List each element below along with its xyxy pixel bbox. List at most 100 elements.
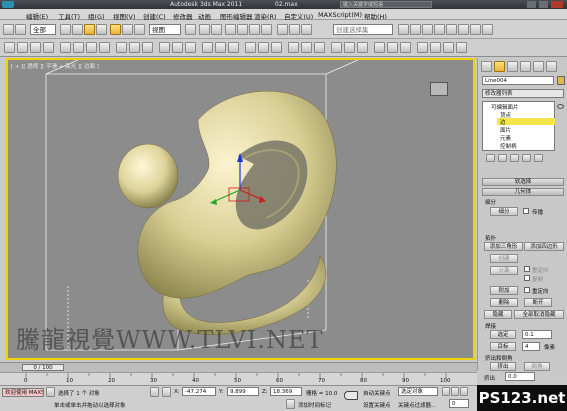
graphite-tool-32-icon[interactable] <box>443 42 454 53</box>
graphite-tool-23-icon[interactable] <box>314 42 325 53</box>
edit-named-selection-icon[interactable] <box>277 24 288 35</box>
undo-icon[interactable] <box>3 24 14 35</box>
weld-target-button[interactable]: 目标 <box>490 342 516 351</box>
remove-modifier-icon[interactable] <box>522 154 531 162</box>
select-rotate-icon[interactable] <box>122 24 133 35</box>
set-key-label[interactable]: 设置关键点 <box>363 401 391 409</box>
graphite-tool-22-icon[interactable] <box>301 42 312 53</box>
graphite-tool-20-icon[interactable] <box>271 42 282 53</box>
stack-item-editable-patch[interactable]: 可编辑面片 <box>491 103 519 111</box>
create-tab-icon[interactable] <box>481 61 492 72</box>
motion-tab-icon[interactable] <box>520 61 531 72</box>
graphite-tool-13-icon[interactable] <box>172 42 183 53</box>
stack-item-handle[interactable]: 控制柄 <box>500 142 517 150</box>
search-input[interactable]: 键入关键字或短语 <box>340 1 432 8</box>
graphite-tool-9-icon[interactable] <box>116 42 127 53</box>
graphite-tool-7-icon[interactable] <box>86 42 97 53</box>
align-icon[interactable] <box>301 24 312 35</box>
reorient-attach-checkbox[interactable] <box>524 287 530 293</box>
current-frame-input[interactable]: 0 <box>449 399 469 408</box>
track-bar[interactable]: 0 10 20 30 40 50 60 70 80 90 100 <box>0 372 477 385</box>
graphite-tool-8-icon[interactable] <box>99 42 110 53</box>
graphite-tool-11-icon[interactable] <box>142 42 153 53</box>
graphite-tool-30-icon[interactable] <box>417 42 428 53</box>
add-triangle-button[interactable]: 添加三角形 <box>484 242 523 251</box>
time-slider[interactable]: 0 / 100 <box>0 362 477 372</box>
graphite-tool-17-icon[interactable] <box>228 42 239 53</box>
rendered-frame-icon[interactable] <box>470 24 481 35</box>
time-tag-icon[interactable] <box>286 399 295 409</box>
graphite-tool-21-icon[interactable] <box>288 42 299 53</box>
add-quad-button[interactable]: 添加四边形 <box>524 242 564 251</box>
unhide-all-button[interactable]: 全部取消隐藏 <box>514 310 564 319</box>
utilities-tab-icon[interactable] <box>546 61 557 72</box>
modify-tab-icon[interactable] <box>494 61 505 72</box>
viewcube-icon[interactable] <box>430 82 448 96</box>
delete-button[interactable]: 删除 <box>490 298 518 307</box>
reorient-checkbox[interactable] <box>524 266 530 272</box>
display-tab-icon[interactable] <box>533 61 544 72</box>
key-icon[interactable] <box>344 391 358 400</box>
graphite-tool-14-icon[interactable] <box>185 42 196 53</box>
select-scale-icon[interactable] <box>134 24 145 35</box>
stack-item-element[interactable]: 元素 <box>500 134 511 142</box>
select-move-icon[interactable] <box>110 24 121 35</box>
render-setup-icon[interactable] <box>458 24 469 35</box>
z-coordinate-input[interactable]: 18.369 <box>270 387 302 396</box>
lock-selection-icon[interactable] <box>46 387 55 397</box>
mirror-icon[interactable] <box>289 24 300 35</box>
model-ball[interactable] <box>117 143 179 209</box>
graphite-tool-12-icon[interactable] <box>159 42 170 53</box>
target-pixels-input[interactable]: 4 <box>522 342 540 351</box>
key-filters-button[interactable]: 关键点过滤器... <box>398 401 436 409</box>
extrude-amount-input[interactable]: 0.0 <box>505 372 535 381</box>
spinner-snap-icon[interactable] <box>261 24 272 35</box>
object-name-field[interactable]: Line004 <box>482 76 554 85</box>
selection-filter-dropdown[interactable]: 全部 <box>30 24 56 35</box>
maxscript-listener[interactable]: 欢迎使用 MAXScr <box>2 388 44 397</box>
render-production-icon[interactable] <box>482 24 493 35</box>
schematic-view-icon[interactable] <box>434 24 445 35</box>
curve-editor-icon[interactable] <box>422 24 433 35</box>
graphite-tool-24-icon[interactable] <box>331 42 342 53</box>
graphite-tool-19-icon[interactable] <box>258 42 269 53</box>
layer-manager-icon[interactable] <box>398 24 409 35</box>
select-object-icon[interactable] <box>60 24 71 35</box>
make-unique-icon[interactable] <box>510 154 519 162</box>
graphite-tool-26-icon[interactable] <box>357 42 368 53</box>
absolute-mode-icon[interactable] <box>162 387 171 397</box>
snap-toggle-icon[interactable] <box>225 24 236 35</box>
percent-snap-icon[interactable] <box>249 24 260 35</box>
material-editor-icon[interactable] <box>446 24 457 35</box>
pivot-center-icon[interactable] <box>185 24 196 35</box>
hierarchy-tab-icon[interactable] <box>507 61 518 72</box>
maximize-icon[interactable] <box>539 1 548 8</box>
stack-eye-icon[interactable] <box>557 104 564 109</box>
close-icon[interactable] <box>551 1 563 8</box>
select-manipulate-icon[interactable] <box>199 24 210 35</box>
configure-sets-icon[interactable] <box>534 154 543 162</box>
window-crossing-icon[interactable] <box>96 24 107 35</box>
show-end-result-icon[interactable] <box>498 154 507 162</box>
graphite-tool-29-icon[interactable] <box>400 42 411 53</box>
graphite-tool-31-icon[interactable] <box>430 42 441 53</box>
graphite-tool-28-icon[interactable] <box>387 42 398 53</box>
hide-button[interactable]: 隐藏 <box>484 310 512 319</box>
soft-selection-rollout[interactable]: 软选择 <box>482 178 564 186</box>
menu-item-maxscript[interactable]: MAXScript(M) <box>318 11 362 19</box>
weld-selected-button[interactable]: 选定 <box>490 330 516 339</box>
graphite-tool-27-icon[interactable] <box>374 42 385 53</box>
named-selection-dropdown[interactable]: 创建选择集 <box>333 24 393 35</box>
object-color-swatch[interactable] <box>557 76 565 85</box>
stack-item-edge-selected[interactable]: 边 <box>497 118 555 126</box>
graphite-tool-15-icon[interactable] <box>202 42 213 53</box>
extrude-button[interactable]: 挤出 <box>490 362 516 371</box>
graphite-tool-16-icon[interactable] <box>215 42 226 53</box>
play-icon[interactable] <box>460 387 468 396</box>
propagate-checkbox[interactable] <box>523 208 529 214</box>
app-logo-icon[interactable] <box>2 1 14 8</box>
geometry-rollout[interactable]: 几何体 <box>482 188 564 196</box>
graphite-tool-4-icon[interactable] <box>43 42 54 53</box>
graphite-tool-10-icon[interactable] <box>129 42 140 53</box>
pin-stack-icon[interactable] <box>486 154 495 162</box>
